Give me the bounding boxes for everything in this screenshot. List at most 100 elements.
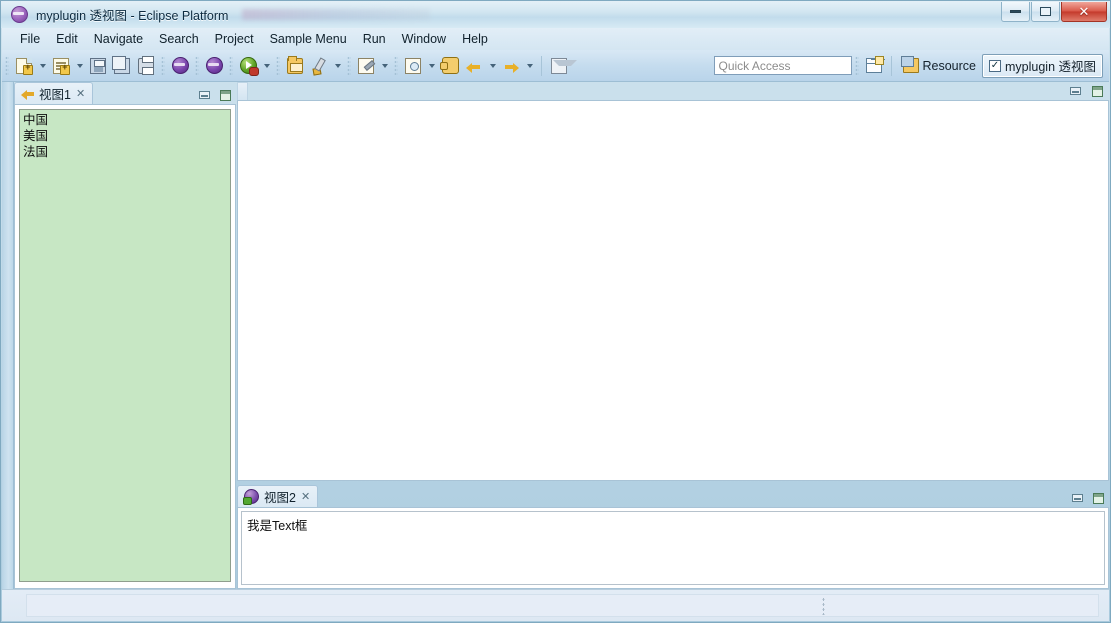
save-all-icon [112,55,130,74]
editor-minimize-button[interactable] [1067,84,1083,98]
toolbar-grip[interactable] [347,55,351,76]
toolbar-grip[interactable] [854,55,859,76]
mail-button[interactable] [548,55,577,77]
forward-arrow-icon [503,59,519,73]
external-tools-button[interactable] [308,55,330,77]
forward-dropdown[interactable] [523,55,536,77]
toolbar-grip[interactable] [394,55,398,76]
menu-item-help[interactable]: Help [454,30,496,48]
open-folder-icon [287,55,303,74]
menu-item-search[interactable]: Search [151,30,207,48]
perspective-resource-label: Resource [922,58,977,73]
chevron-down-icon [381,63,388,68]
list-item[interactable]: 法国 [22,144,230,160]
toolbar-grip[interactable] [161,55,165,76]
maximize-icon [1091,85,1103,97]
tab-view1[interactable]: 视图1 ✕ [14,82,94,104]
perspective-action-button-1[interactable] [169,55,191,77]
maximize-window-button[interactable] [1031,2,1060,22]
menu-item-project[interactable]: Project [207,30,262,48]
ellipse-purple-icon [171,57,189,74]
toolbar-grip[interactable] [5,55,9,76]
perspective-myplugin-button[interactable]: ✓ myplugin 透视图 [982,53,1103,78]
open-folder-button[interactable] [284,55,306,77]
menu-item-run[interactable]: Run [355,30,394,48]
resize-grip-icon[interactable] [822,597,825,615]
quick-access-input[interactable]: Quick Access [713,56,852,75]
checkbox-icon: ✓ [989,59,1001,72]
open-perspective-button[interactable] [863,55,885,77]
toolbar-grip[interactable] [229,55,233,76]
perspective-action-button-2[interactable] [203,55,225,77]
perspective-switcher: Resource ✓ myplugin 透视图 [862,53,1110,78]
view2-maximize-button[interactable] [1090,491,1106,505]
minimize-icon [1071,494,1083,502]
list-item[interactable]: 中国 [22,112,230,128]
search-icon [405,57,421,74]
view1-tab-row: 视图1 ✕ [14,82,236,104]
save-all-button[interactable] [111,55,133,77]
chevron-down-icon [39,63,46,68]
view1-maximize-button[interactable] [217,88,233,102]
toolbar-grip[interactable] [195,55,199,76]
save-button[interactable] [87,55,109,77]
maximize-icon [1092,492,1104,504]
print-icon [138,55,154,75]
debug-button[interactable] [237,55,259,77]
view2-part-controls [1069,491,1106,505]
list-item[interactable]: 美国 [22,128,230,144]
toolbar-separator [541,55,542,76]
minimize-window-button[interactable] [1001,2,1030,22]
menu-bar: File Edit Navigate Search Project Sample… [2,28,1109,50]
tab-view1-label: 视图1 [39,88,71,102]
save-icon [90,57,106,74]
tab-view1-close-icon[interactable]: ✕ [76,87,85,100]
tab-view2[interactable]: 视图2 ✕ [237,485,319,507]
search-dropdown[interactable] [425,55,438,77]
maximize-icon [219,89,231,101]
menu-item-file[interactable]: File [12,30,48,48]
country-list[interactable]: 中国 美国 法国 [19,109,231,582]
new-java-file-dropdown[interactable] [73,55,86,77]
minimize-icon [1069,87,1081,95]
chevron-down-icon [76,63,83,68]
view-part-view1: 视图1 ✕ 中国 美国 法国 [14,82,236,589]
search-button[interactable] [402,55,424,77]
back-dropdown[interactable] [486,55,499,77]
editor-maximize-button[interactable] [1089,84,1105,98]
menu-item-window[interactable]: Window [394,30,454,48]
yellow-left-arrow-icon [21,88,34,100]
menu-item-sample-menu[interactable]: Sample Menu [262,30,355,48]
editor-surface[interactable] [237,100,1109,481]
toolbar-grip[interactable] [276,55,280,76]
perspective-resource-button[interactable]: Resource [897,55,983,77]
fast-view-bar[interactable] [2,82,14,589]
view1-body: 中国 美国 法国 [14,104,236,589]
view2-minimize-button[interactable] [1069,491,1085,505]
back-arrow-icon [466,59,482,73]
title-blurred-overlay [242,9,431,20]
next-annotation-icon [358,57,374,74]
next-annotation-button[interactable] [355,55,377,77]
last-edit-location-button[interactable] [439,55,461,77]
close-window-button[interactable]: ✕ [1061,2,1107,22]
external-tools-dropdown[interactable] [331,55,344,77]
new-wizard-dropdown[interactable] [36,55,49,77]
new-wizard-icon [16,57,33,75]
text-input[interactable]: 我是Text框 [241,511,1105,585]
debug-dropdown[interactable] [260,55,273,77]
view1-minimize-button[interactable] [196,88,212,102]
eclipse-logo-icon [11,6,28,23]
back-button[interactable] [463,55,485,77]
new-java-file-button[interactable] [50,55,72,77]
chevron-down-icon [489,63,496,68]
tab-view2-close-icon[interactable]: ✕ [301,490,310,503]
print-button[interactable] [135,55,157,77]
status-bar-message [26,594,1099,617]
view-part-view2: 视图2 ✕ 我是Text框 [237,485,1109,589]
new-wizard-button[interactable] [13,55,35,77]
menu-item-edit[interactable]: Edit [48,30,86,48]
forward-button[interactable] [500,55,522,77]
next-annotation-dropdown[interactable] [378,55,391,77]
menu-item-navigate[interactable]: Navigate [86,30,151,48]
